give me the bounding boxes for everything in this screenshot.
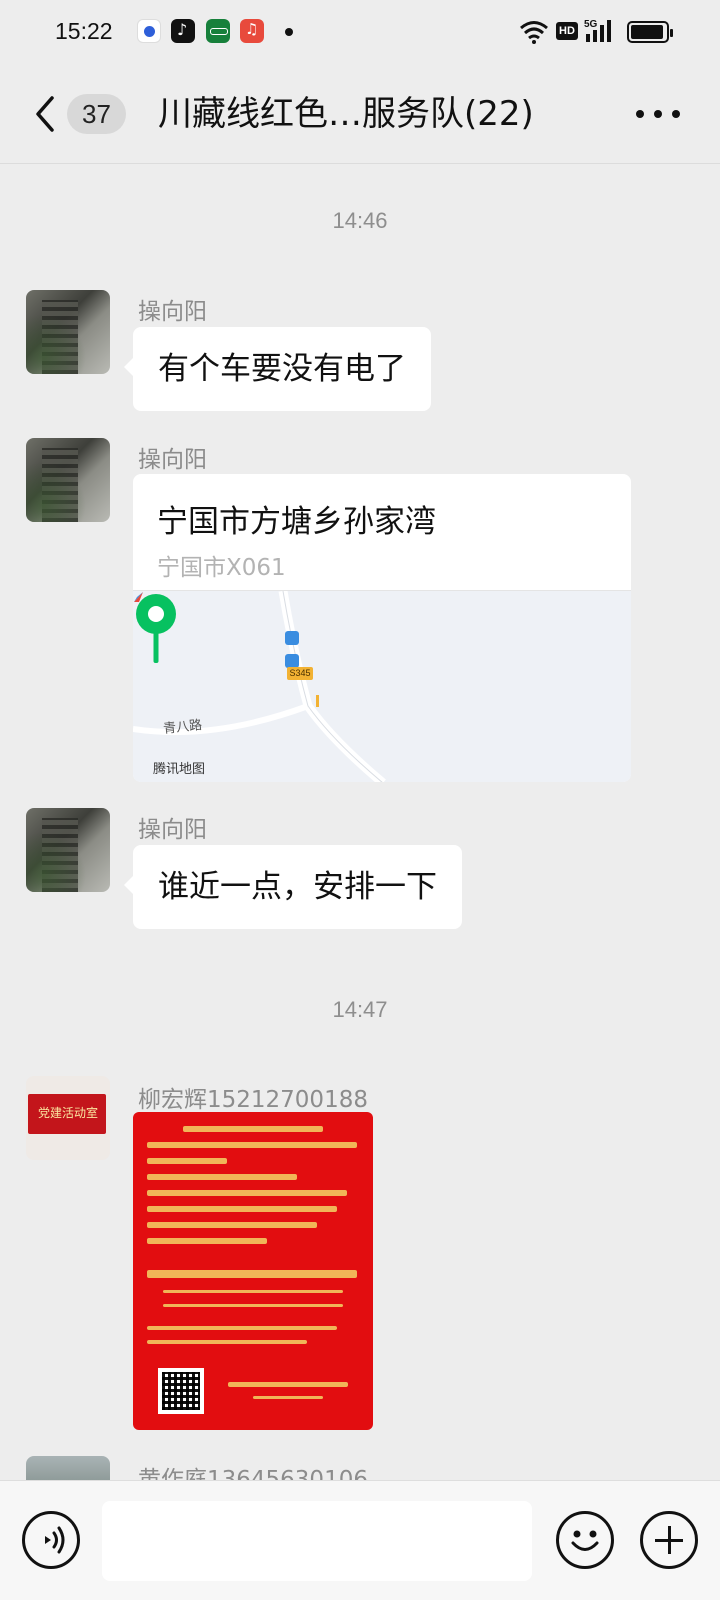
sender-name: 柳宏辉15212700188 [138,1087,368,1113]
sender-name: 操向阳 [138,817,207,843]
text-message-bubble[interactable]: 谁近一点，安排一下 [124,845,462,929]
sender-name: 操向阳 [138,447,207,473]
location-address: 宁国市X061 [157,555,286,581]
baidu-app-icon [137,19,161,43]
back-arrow-icon[interactable] [30,92,60,136]
sender-avatar[interactable] [26,438,110,522]
tiktok-app-icon [171,19,195,43]
music-app-icon [240,19,264,43]
avatar-sign-text: 党建活动室 [38,1106,99,1120]
voice-input-icon[interactable] [22,1511,80,1569]
emoji-icon[interactable] [556,1511,614,1569]
map-roads [133,591,386,782]
message-timestamp: 14:47 [332,997,388,1022]
image-message-poster[interactable] [133,1112,373,1430]
qr-code [158,1368,204,1414]
message-timestamp: 14:46 [332,208,388,233]
status-time: 15:22 [55,18,113,44]
more-options-icon[interactable] [636,110,680,120]
sender-name: 操向阳 [138,299,207,325]
add-attachment-icon[interactable] [640,1511,698,1569]
status-bar: 15:22 HD 5G [0,0,720,64]
message-input-bar [0,1480,720,1600]
sender-avatar[interactable] [26,290,110,374]
text-message-bubble[interactable]: 有个车要没有电了 [124,327,431,411]
chat-header: 37 川藏线红色…服务队(22) [0,64,720,164]
map-provider-label: 腾讯地图 [153,762,206,777]
hd-badge: HD [556,22,578,40]
green-app-icon [206,19,230,43]
location-message-card[interactable]: 宁国市方塘乡孙家湾 宁国市X061 S345 青八路 腾讯地图 [133,474,631,782]
signal-icon: 5G [584,19,611,42]
sender-avatar[interactable] [26,808,110,892]
sender-avatar[interactable]: 党建活动室 [26,1076,110,1160]
road-label: 青八路 [162,717,203,737]
battery-icon [627,21,673,43]
location-name: 宁国市方塘乡孙家湾 [157,504,436,540]
network-type-label: 5G [584,19,598,30]
wifi-icon [520,21,548,44]
more-notifications-dot-icon [285,28,293,36]
unread-count-badge[interactable]: 37 [67,94,126,134]
tencent-map-logo-icon [134,592,143,602]
route-shield-label: S345 [287,667,313,680]
avatar-sign: 党建活动室 [28,1094,106,1134]
message-text-input[interactable] [102,1501,532,1581]
location-map-preview[interactable]: S345 青八路 腾讯地图 [133,590,631,782]
chat-title: 川藏线红色…服务队(22) [158,94,534,134]
